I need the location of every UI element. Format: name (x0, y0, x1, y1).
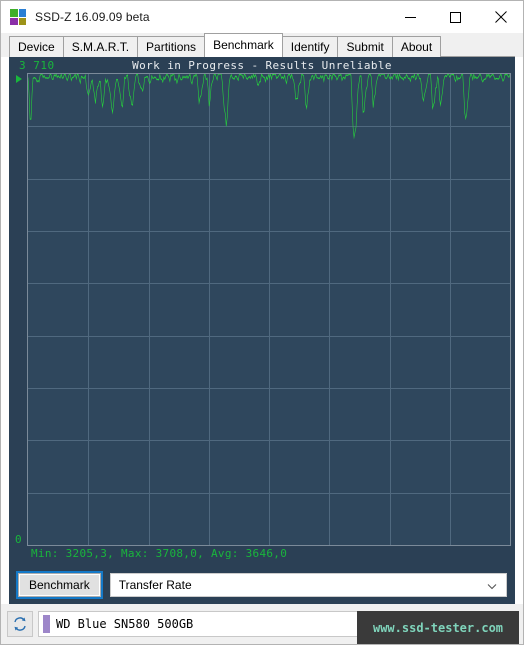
graph-container: 3 710 Work in Progress - Results Unrelia… (9, 57, 515, 566)
title-bar: SSD-Z 16.09.09 beta (1, 1, 523, 33)
tab-bar: Device S.M.A.R.T. Partitions Benchmark I… (1, 33, 523, 57)
benchmark-controls: Benchmark Transfer Rate (9, 566, 515, 604)
window-controls (388, 1, 523, 33)
close-button[interactable] (478, 1, 523, 33)
tab-identify[interactable]: Identify (281, 36, 339, 57)
transfer-rate-plot[interactable] (27, 73, 511, 546)
axis-min-label: 0 (15, 533, 22, 546)
transfer-rate-line (28, 74, 510, 140)
tab-partitions[interactable]: Partitions (137, 36, 206, 57)
benchmark-mode-select[interactable]: Transfer Rate (109, 573, 507, 597)
chevron-down-icon (486, 579, 498, 591)
graph-header: 3 710 Work in Progress - Results Unrelia… (13, 59, 511, 73)
maximize-button[interactable] (433, 1, 478, 33)
graph-body: 0 (13, 73, 511, 546)
benchmark-mode-value: Transfer Rate (118, 578, 192, 592)
quit-button[interactable]: Quit (461, 611, 517, 637)
minimize-button[interactable] (388, 1, 433, 33)
drive-usage-bar (43, 615, 50, 633)
tab-submit[interactable]: Submit (337, 36, 393, 57)
benchmark-panel: 3 710 Work in Progress - Results Unrelia… (1, 57, 523, 604)
window-title: SSD-Z 16.09.09 beta (35, 10, 150, 24)
drive-name-label: WD Blue SN580 500GB (56, 617, 194, 631)
statusbar-secondary-button[interactable] (400, 611, 456, 637)
ssdz-window: SSD-Z 16.09.09 beta Device S.M.A.R.T. Pa… (0, 0, 524, 645)
work-in-progress-warning: Work in Progress - Results Unreliable (132, 59, 392, 72)
tab-about[interactable]: About (391, 36, 442, 57)
benchmark-stats: Min: 3205,3, Max: 3708,0, Avg: 3646,0 (31, 547, 288, 560)
benchmark-run-button[interactable]: Benchmark (16, 571, 103, 599)
tab-benchmark[interactable]: Benchmark (204, 33, 283, 57)
ssdz-logo-icon (10, 9, 26, 25)
refresh-icon[interactable] (7, 611, 33, 637)
tab-device[interactable]: Device (9, 36, 64, 57)
status-bar: WD Blue SN580 500GB Quit www.ssd-tester.… (1, 604, 523, 644)
current-position-marker-icon (16, 75, 22, 83)
tab-smart[interactable]: S.M.A.R.T. (62, 36, 139, 57)
selected-drive-field[interactable]: WD Blue SN580 500GB (38, 611, 395, 637)
graph-gutter: 0 (13, 73, 27, 546)
